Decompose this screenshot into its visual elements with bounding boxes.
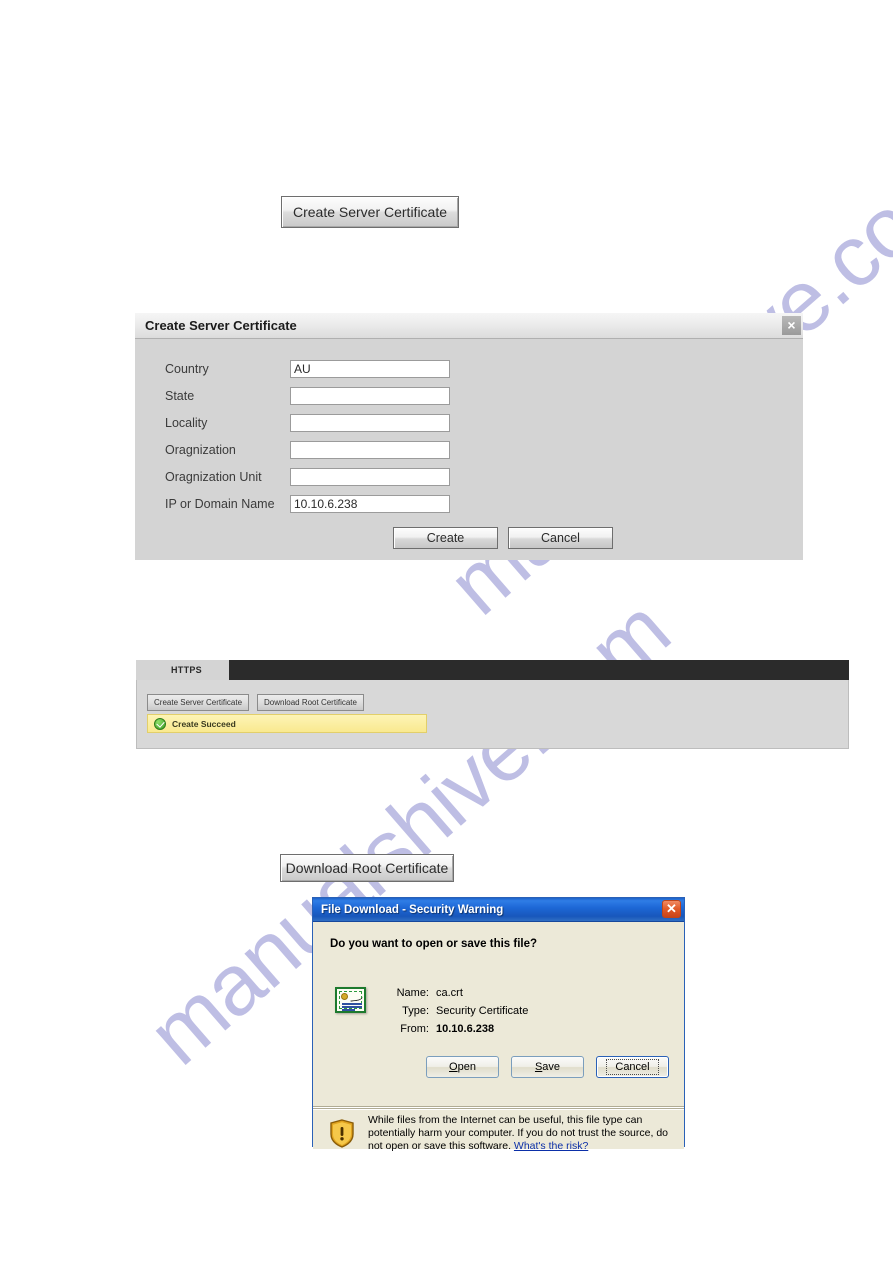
detail-row-name: Name: ca.crt [385,984,528,1002]
warning-text-block: While files from the Internet can be use… [368,1114,668,1153]
https-settings-panel: HTTPS Create Server Certificate Download… [136,660,849,749]
cancel-button[interactable]: Cancel [508,527,613,549]
tab-strip-background [229,660,849,680]
form-row-organization-unit: Oragnization Unit [165,463,803,490]
detail-row-type: Type: Security Certificate [385,1002,528,1020]
ip-or-domain-name-input[interactable] [290,494,450,513]
tab-https[interactable]: HTTPS [144,660,229,680]
status-banner-text: Create Succeed [172,718,236,729]
dialog-question: Do you want to open or save this file? [330,938,538,950]
file-details: Name: ca.crt Type: Security Certificate … [385,984,529,1038]
field-label-locality: Locality [165,415,208,430]
open-button-label-rest: pen [457,1061,476,1073]
create-server-certificate-button-label[interactable]: Create Server Certificate [281,196,459,228]
success-check-icon [154,717,166,730]
locality-input[interactable] [290,413,450,432]
https-panel-body: Create Server Certificate Download Root … [136,680,849,749]
detail-key-from: From: [400,1023,429,1035]
detail-key-type: Type: [402,1005,429,1017]
detail-value-type: Security Certificate [436,1005,529,1017]
detail-value-from: 10.10.6.238 [436,1023,495,1035]
certificate-form: Country State Locality Oragnization Orag… [135,339,803,549]
download-root-certificate-button-label[interactable]: Download Root Certificate [280,854,454,882]
field-label-country: Country [165,361,209,376]
create-server-certificate-dialog: Create Server Certificate × Country Stat… [135,313,803,560]
cancel-button[interactable]: Cancel [596,1056,669,1078]
field-label-state: State [165,388,195,403]
dialog-titlebar: Create Server Certificate × [135,313,803,339]
organization-input[interactable] [290,440,450,459]
warning-shield-icon [330,1119,354,1148]
form-row-ip-or-domain-name: IP or Domain Name [165,490,803,517]
create-button[interactable]: Create [393,527,498,549]
state-input[interactable] [290,386,450,405]
form-row-organization: Oragnization [165,436,803,463]
close-icon[interactable]: ✕ [662,900,681,918]
dialog-button-row: Create Cancel [393,527,803,549]
status-banner: Create Succeed [147,714,427,733]
dialog-button-row: Open Save Cancel [426,1056,669,1078]
file-download-security-warning-dialog: File Download - Security Warning ✕ Do yo… [312,897,685,1152]
whats-the-risk-link[interactable]: What's the risk? [514,1140,588,1152]
organization-unit-input[interactable] [290,467,450,486]
panel-download-root-certificate-button[interactable]: Download Root Certificate [257,694,364,711]
create-server-certificate-button-figure[interactable]: Create Server Certificate [281,196,459,228]
open-button[interactable]: Open [426,1056,499,1078]
form-row-state: State [165,382,803,409]
field-label-organization: Oragnization [165,442,236,457]
cancel-button-label: Cancel [606,1059,659,1075]
security-certificate-icon [335,987,366,1013]
field-label-organization-unit: Oragnization Unit [165,469,262,484]
country-input[interactable] [290,359,450,378]
save-button-label-rest: ave [542,1061,561,1073]
detail-row-from: From: 10.10.6.238 [385,1020,528,1038]
form-row-locality: Locality [165,409,803,436]
close-icon[interactable]: × [782,316,801,335]
panel-create-server-certificate-button[interactable]: Create Server Certificate [147,694,250,711]
https-button-row: Create Server Certificate Download Root … [147,694,364,711]
tab-strip: HTTPS [136,660,849,680]
dialog-titlebar: File Download - Security Warning ✕ [313,898,684,922]
open-button-accel: O [449,1061,458,1073]
dialog-body: Do you want to open or save this file? N… [313,922,684,1108]
field-label-ip-or-domain-name: IP or Domain Name [165,496,275,511]
dialog-title: File Download - Security Warning [321,903,504,916]
download-root-certificate-button-figure[interactable]: Download Root Certificate [280,854,454,882]
detail-value-name: ca.crt [436,987,463,999]
dialog-footer: While files from the Internet can be use… [313,1108,684,1152]
save-button[interactable]: Save [511,1056,584,1078]
dialog-title: Create Server Certificate [145,318,297,333]
form-row-country: Country [165,355,803,382]
detail-key-name: Name: [396,987,429,999]
